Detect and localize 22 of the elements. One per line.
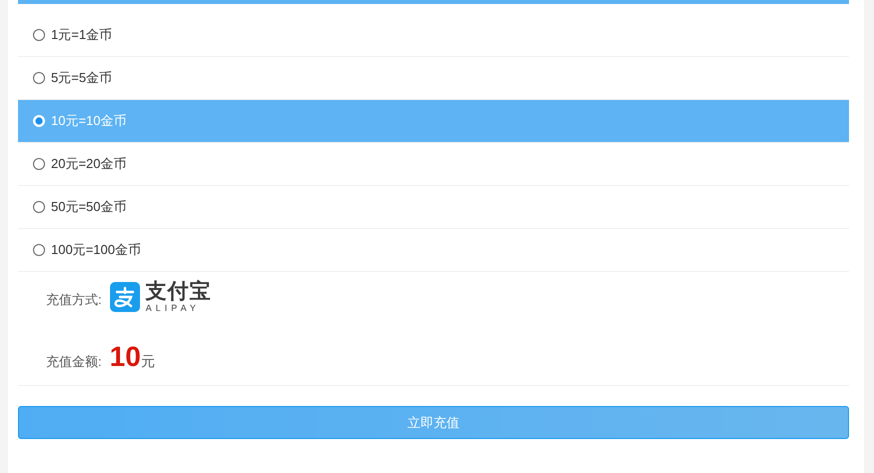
option-row[interactable]: 100元=100金币 <box>18 229 849 272</box>
radio-button[interactable] <box>33 201 45 213</box>
option-label: 10元=10金币 <box>51 112 127 130</box>
radio-button[interactable] <box>33 72 45 84</box>
option-row[interactable]: 1元=1金币 <box>18 14 849 57</box>
radio-button[interactable] <box>33 158 45 170</box>
option-label: 20元=20金币 <box>51 155 127 173</box>
option-label: 50元=50金币 <box>51 198 127 216</box>
radio-button[interactable] <box>33 244 45 256</box>
alipay-logo-icon <box>110 282 140 312</box>
radio-button[interactable] <box>33 29 45 41</box>
payment-label: 充值方式: <box>46 291 102 309</box>
logo-subtitle: ALIPAY <box>146 304 201 313</box>
option-row[interactable]: 20元=20金币 <box>18 143 849 186</box>
option-label: 5元=5金币 <box>51 69 112 87</box>
option-label: 100元=100金币 <box>51 241 141 259</box>
option-label: 1元=1金币 <box>51 26 112 44</box>
amount-label: 充值金额: <box>46 353 102 371</box>
logo-name: 支付宝 <box>146 281 212 302</box>
amount-unit: 元 <box>140 353 155 371</box>
option-row[interactable]: 50元=50金币 <box>18 186 849 229</box>
amount-value: 10 <box>110 343 141 371</box>
